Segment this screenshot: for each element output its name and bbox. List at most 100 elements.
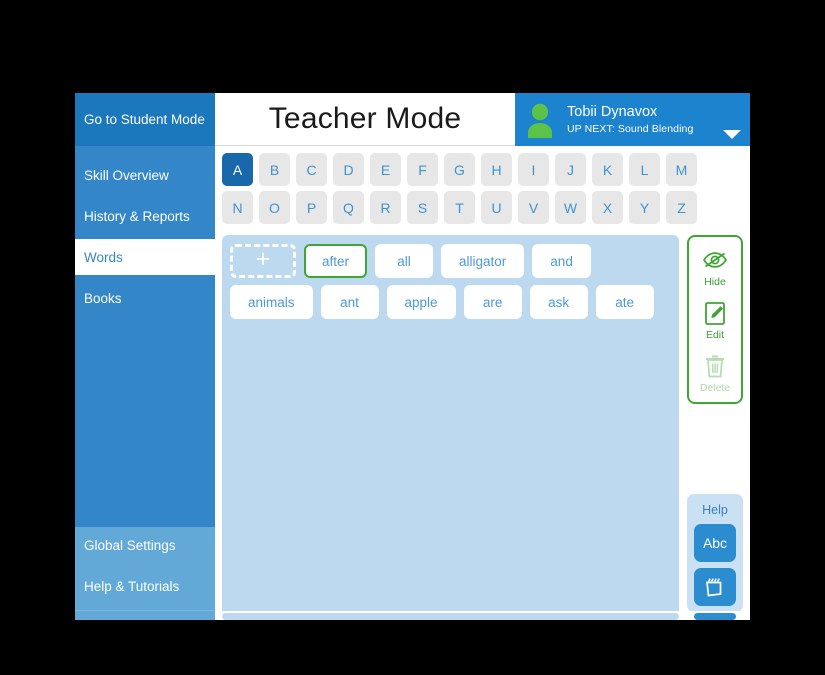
profile-text: Tobii Dynavox UP NEXT: Sound Blending [567,104,693,136]
letter-tile-k[interactable]: K [592,153,623,186]
letter-tile-label: J [567,161,574,178]
letter-tile-c[interactable]: C [296,153,327,186]
letter-tile-z[interactable]: Z [666,191,697,224]
letter-tile-y[interactable]: Y [629,191,660,224]
sidebar-item-label: Books [84,290,122,306]
letter-tile-l[interactable]: L [629,153,660,186]
letter-tile-o[interactable]: O [259,191,290,224]
word-tile-label: ant [340,294,359,310]
word-tile-label: are [482,294,503,310]
bottom-strip-main [215,611,750,620]
letter-tile-i[interactable]: I [518,153,549,186]
sidebar-item-books[interactable]: Books [75,280,215,316]
letter-tile-d[interactable]: D [333,153,364,186]
word-tile[interactable]: ant [320,285,379,319]
letter-tile-label: O [269,199,280,216]
letter-tile-r[interactable]: R [370,191,401,224]
letter-tile-label: T [455,199,464,216]
bottom-strip-panel [222,613,679,620]
letter-tile-a[interactable]: A [222,153,253,186]
word-tile-label: animals [248,294,295,310]
letter-tile-label: G [454,161,465,178]
letter-tile-label: L [640,161,649,178]
sidebar-bottom-section: Global Settings Help & Tutorials [75,527,215,620]
page-title-area: Teacher Mode [215,93,515,146]
hide-action-button[interactable]: Hide [701,246,729,288]
add-word-button[interactable]: + [230,244,296,278]
delete-action-label: Delete [699,382,731,394]
letter-tile-label: X [602,199,613,216]
letter-tile-m[interactable]: M [666,153,697,186]
bottom-cutoff-strip [75,611,750,620]
letter-tile-s[interactable]: S [407,191,438,224]
letter-tile-x[interactable]: X [592,191,623,224]
flipbook-button[interactable] [694,568,736,606]
letter-tile-h[interactable]: H [481,153,512,186]
letter-tile-label: N [232,199,243,216]
bottom-strip-button [694,613,736,620]
word-tile[interactable]: ate [595,285,654,319]
letter-tile-label: D [343,161,354,178]
profile-name: Tobii Dynavox [567,103,658,120]
letter-tile-p[interactable]: P [296,191,327,224]
chevron-down-icon[interactable] [723,130,741,139]
sidebar-item-label: Words [84,249,123,265]
letter-tile-label: I [531,161,536,178]
top-bar: Go to Student Mode Teacher Mode Tobii Dy… [75,93,750,146]
letter-tile-label: Q [343,199,354,216]
plus-icon: + [255,245,271,273]
help-label: Help [702,503,728,517]
letter-tile-n[interactable]: N [222,191,253,224]
letter-tile-b[interactable]: B [259,153,290,186]
profile-menu[interactable]: Tobii Dynavox UP NEXT: Sound Blending [515,93,750,146]
abc-button[interactable]: Abc [694,524,736,562]
sidebar-item-global-settings[interactable]: Global Settings [75,527,215,563]
letter-tile-t[interactable]: T [444,191,475,224]
main-content: A B C D E F G H I J K L M N O P Q R S T U V W X Y Z + after all al… [215,146,750,620]
edit-action-label: Edit [705,329,725,341]
letter-tile-f[interactable]: F [407,153,438,186]
word-tile[interactable]: after [304,244,368,278]
edit-action-button[interactable]: Edit [701,299,729,341]
letter-tile-e[interactable]: E [370,153,401,186]
letter-tile-label: A [232,161,243,178]
hide-action-label: Hide [704,276,726,288]
alphabet-row-1: A B C D E F G H I J K L M [222,153,743,186]
letter-tile-g[interactable]: G [444,153,475,186]
sidebar-item-history-reports[interactable]: History & Reports [75,198,215,234]
go-to-student-mode-button[interactable]: Go to Student Mode [75,93,215,146]
letter-tile-w[interactable]: W [555,191,586,224]
letter-tile-label: F [418,161,427,178]
letter-tile-label: W [563,199,578,216]
word-tile[interactable]: are [463,285,522,319]
sidebar-item-skill-overview[interactable]: Skill Overview [75,157,215,193]
trash-icon [705,355,724,378]
word-tile[interactable]: alligator [441,244,525,278]
sidebar-item-help-tutorials[interactable]: Help & Tutorials [75,568,215,604]
letter-tile-label: C [306,161,317,178]
letter-tile-label: R [380,199,391,216]
abc-button-label: Abc [702,535,728,551]
sidebar-item-label: Global Settings [84,537,176,553]
word-tile[interactable]: ask [529,285,588,319]
word-tile-label: alligator [459,253,507,269]
word-tile[interactable]: and [532,244,591,278]
sidebar-item-words[interactable]: Words [75,239,215,275]
word-actions-panel: Hide Edit Delete [687,235,743,404]
letter-tile-label: U [491,199,502,216]
letter-tile-u[interactable]: U [481,191,512,224]
letter-tile-j[interactable]: J [555,153,586,186]
letter-tile-v[interactable]: V [518,191,549,224]
letter-tile-label: H [491,161,502,178]
word-tile[interactable]: apple [386,285,456,319]
letter-tile-label: Z [677,199,686,216]
eye-slash-icon [702,252,728,268]
word-tile[interactable]: animals [230,285,313,319]
word-tile[interactable]: all [375,244,434,278]
letter-tile-label: V [528,199,539,216]
delete-action-button[interactable]: Delete [700,352,730,394]
letter-tile-label: P [306,199,317,216]
letter-tile-q[interactable]: Q [333,191,364,224]
letter-tile-label: K [602,161,613,178]
word-tile-label: ask [548,294,570,310]
